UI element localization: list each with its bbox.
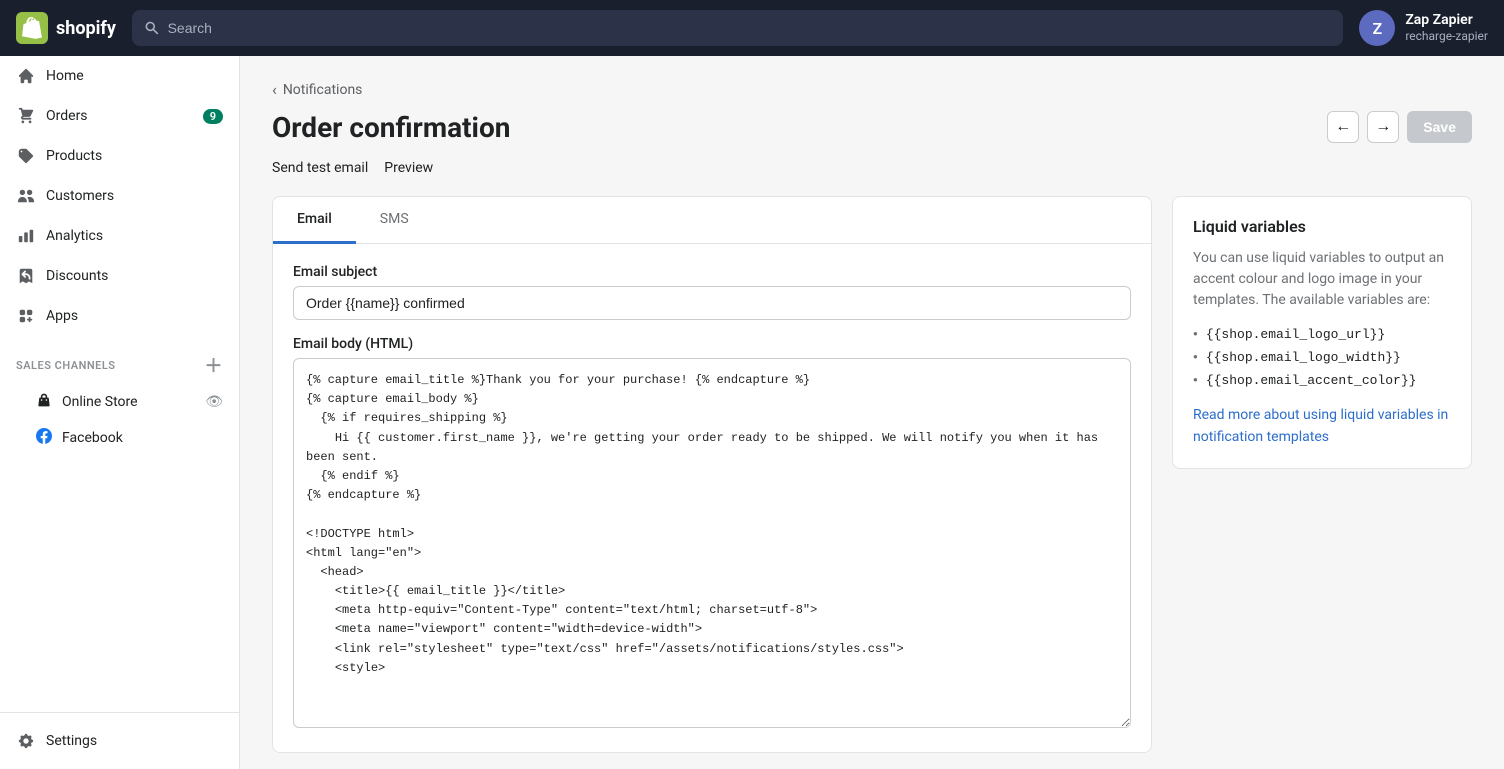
sidebar-label-products: Products [46,148,102,164]
online-store-view-icon[interactable]: 👁 [205,394,223,410]
liquid-panel: Liquid variables You can use liquid vari… [1172,196,1472,469]
liquid-variables-list: {{shop.email_logo_url}} {{shop.email_log… [1193,327,1451,388]
sidebar-item-analytics[interactable]: Analytics [0,216,239,256]
liquid-panel-title: Liquid variables [1193,217,1451,236]
logo-text: shopify [56,18,116,39]
top-navigation: shopify Z Zap Zapier recharge-zapier [0,0,1504,56]
settings-icon [16,731,36,751]
sidebar-label-settings: Settings [46,733,97,749]
orders-icon [16,106,36,126]
sidebar-item-products[interactable]: Products [0,136,239,176]
page-header: Order confirmation ← → Save [272,111,1472,144]
sidebar-label-discounts: Discounts [46,268,108,284]
editor-body: Email subject Email body (HTML) [273,244,1151,752]
search-bar [132,10,1343,46]
sidebar-label-facebook: Facebook [62,430,123,446]
save-button[interactable]: Save [1407,111,1472,143]
breadcrumb-back-icon: ‹ [272,80,277,99]
previous-button[interactable]: ← [1327,111,1359,143]
user-name: Zap Zapier [1405,12,1488,29]
next-button[interactable]: → [1367,111,1399,143]
sidebar-item-settings[interactable]: Settings [0,721,239,761]
liquid-variable-2: {{shop.email_logo_width}} [1193,350,1451,365]
preview-link[interactable]: Preview [384,160,433,176]
header-actions: ← → Save [1327,111,1472,143]
tab-email[interactable]: Email [273,197,356,244]
send-test-email-link[interactable]: Send test email [272,160,368,176]
sidebar-label-analytics: Analytics [46,228,103,244]
home-icon [16,66,36,86]
customers-icon [16,186,36,206]
sidebar-label-customers: Customers [46,188,114,204]
search-input[interactable] [168,20,1332,36]
sub-actions: Send test email Preview [272,160,1472,176]
sidebar-item-customers[interactable]: Customers [0,176,239,216]
sidebar-bottom: Settings [0,712,239,769]
online-store-icon [36,392,52,412]
shopify-logo[interactable]: shopify [16,12,116,44]
user-subtitle: recharge-zapier [1405,29,1488,43]
sidebar-item-discounts[interactable]: Discounts [0,256,239,296]
liquid-panel-description: You can use liquid variables to output a… [1193,248,1451,311]
app-body: Home Orders 9 Products Customers Analy [0,56,1504,769]
add-sales-channel-icon[interactable]: ＋ [205,352,224,378]
discounts-icon [16,266,36,286]
sidebar-item-facebook[interactable]: Facebook [0,420,239,456]
liquid-variable-1: {{shop.email_logo_url}} [1193,327,1451,342]
apps-icon [16,306,36,326]
sidebar-item-online-store[interactable]: Online Store 👁 [0,384,239,420]
sidebar-label-orders: Orders [46,108,88,124]
sidebar-label-online-store: Online Store [62,394,138,410]
content-area: Email SMS Email subject Email body (HTML… [272,196,1472,753]
editor-panel: Email SMS Email subject Email body (HTML… [272,196,1152,753]
sales-channels-header: SALES CHANNELS ＋ [0,336,239,384]
subject-label: Email subject [293,264,1131,280]
tab-sms[interactable]: SMS [356,197,433,244]
search-icon [144,20,160,36]
liquid-read-more-link[interactable]: Read more about using liquid variables i… [1193,407,1448,445]
breadcrumb-label: Notifications [283,82,363,98]
sidebar-item-home[interactable]: Home [0,56,239,96]
facebook-icon [36,428,52,448]
user-info: Zap Zapier recharge-zapier [1405,12,1488,43]
sidebar-item-orders[interactable]: Orders 9 [0,96,239,136]
body-label: Email body (HTML) [293,336,1131,352]
user-area: Z Zap Zapier recharge-zapier [1359,10,1488,46]
page-title: Order confirmation [272,111,510,144]
sidebar-item-apps[interactable]: Apps [0,296,239,336]
sidebar: Home Orders 9 Products Customers Analy [0,56,240,769]
analytics-icon [16,226,36,246]
products-icon [16,146,36,166]
avatar[interactable]: Z [1359,10,1395,46]
orders-badge: 9 [203,109,223,124]
email-subject-input[interactable] [293,286,1131,320]
tabs: Email SMS [273,197,1151,244]
main-content: ‹ Notifications Order confirmation ← → S… [240,56,1504,769]
sidebar-label-home: Home [46,68,84,84]
email-body-editor[interactable] [293,358,1131,728]
breadcrumb[interactable]: ‹ Notifications [272,80,1472,99]
shopify-logo-icon [16,12,48,44]
liquid-variable-3: {{shop.email_accent_color}} [1193,373,1451,388]
sidebar-label-apps: Apps [46,308,78,324]
